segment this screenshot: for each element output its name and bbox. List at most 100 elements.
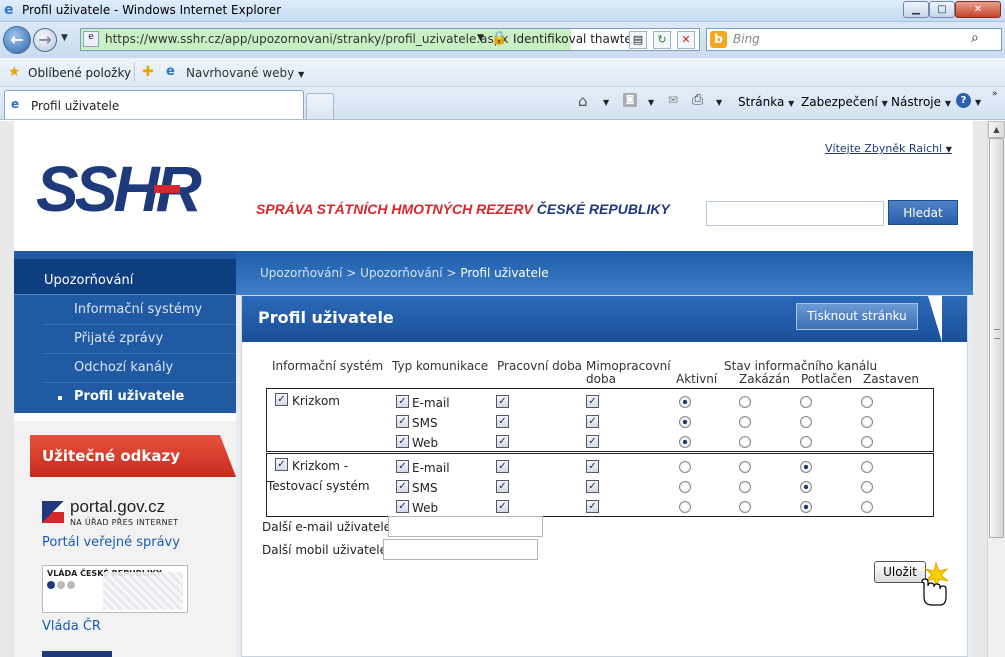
nav-header[interactable]: Upozorňování <box>14 259 236 295</box>
sshr-logo[interactable]: SSHR <box>36 153 226 223</box>
suggested-sites-button[interactable]: Navrhované weby ▼ <box>186 66 304 80</box>
scroll-thumb[interactable] <box>989 138 1004 538</box>
work-hours-checkbox[interactable]: ✓ <box>496 435 509 448</box>
lock-icon[interactable]: 🔒 <box>491 31 507 46</box>
czech-flag-icon <box>42 501 64 523</box>
search-box[interactable]: b Bing ⌕ <box>706 28 1002 51</box>
state-radio-active[interactable] <box>679 416 691 428</box>
tab-profil-uzivatele[interactable]: e Profil uživatele <box>4 90 304 119</box>
maximize-button[interactable]: □ <box>929 1 955 18</box>
state-radio-stopped[interactable] <box>861 436 873 448</box>
state-radio-suppressed[interactable] <box>800 416 812 428</box>
nav-item-prijate-zpravy[interactable]: Přijaté zprávy <box>44 325 236 354</box>
feed-icon[interactable]: ◙ <box>623 93 637 107</box>
refresh-icon[interactable]: ↻ <box>653 31 671 49</box>
search-button[interactable]: Hledat <box>888 200 958 225</box>
favorites-star-icon[interactable]: ★ <box>8 64 21 80</box>
more-commands-icon[interactable]: » <box>992 89 998 99</box>
state-radio-forbidden[interactable] <box>739 481 751 493</box>
state-radio-stopped[interactable] <box>861 501 873 513</box>
state-radio-forbidden[interactable] <box>739 501 751 513</box>
stop-icon[interactable]: ✕ <box>677 31 695 49</box>
close-window-button[interactable]: ✕ <box>955 1 1001 18</box>
search-icon[interactable]: ⌕ <box>971 30 979 46</box>
off-hours-checkbox[interactable]: ✓ <box>586 435 599 448</box>
home-icon[interactable]: ⌂ <box>578 92 588 110</box>
email-field[interactable] <box>388 516 543 537</box>
nav-item-odchozi-kanaly[interactable]: Odchozí kanály <box>44 354 236 383</box>
favorites-button[interactable]: Oblíbené položky <box>28 66 131 80</box>
tools-menu[interactable]: Nástroje ▼ <box>891 95 951 109</box>
state-radio-suppressed[interactable] <box>800 501 812 513</box>
channel-checkbox[interactable]: ✓ <box>396 395 409 408</box>
feed-dropdown-icon[interactable]: ▼ <box>648 98 654 107</box>
portal-gov-logo[interactable]: portal.gov.cz NA ÚŘAD PŘES INTERNET <box>42 497 192 529</box>
page-menu[interactable]: Stránka ▼ <box>738 95 794 109</box>
portal-link[interactable]: Portál veřejné správy <box>42 535 180 550</box>
url-text[interactable]: https://www.sshr.cz/app/upozornovani/str… <box>105 32 508 46</box>
state-radio-suppressed[interactable] <box>800 461 812 473</box>
print-icon[interactable]: ⎙ <box>692 92 703 108</box>
off-hours-checkbox[interactable]: ✓ <box>586 415 599 428</box>
vlada-link[interactable]: Vláda ČR <box>42 619 101 634</box>
system-checkbox[interactable]: ✓ <box>275 458 288 471</box>
channel-checkbox[interactable]: ✓ <box>396 480 409 493</box>
state-radio-active[interactable] <box>679 461 691 473</box>
mail-icon[interactable]: ✉ <box>668 93 678 107</box>
state-radio-active[interactable] <box>679 481 691 493</box>
work-hours-checkbox[interactable]: ✓ <box>496 415 509 428</box>
home-dropdown-icon[interactable]: ▼ <box>603 98 609 107</box>
state-radio-stopped[interactable] <box>861 481 873 493</box>
state-radio-active[interactable] <box>679 436 691 448</box>
work-hours-checkbox[interactable]: ✓ <box>496 480 509 493</box>
work-hours-checkbox[interactable]: ✓ <box>496 395 509 408</box>
state-radio-forbidden[interactable] <box>739 416 751 428</box>
minimize-button[interactable]: ▁ <box>903 1 929 18</box>
safety-menu[interactable]: Zabezpečení ▼ <box>801 95 888 109</box>
off-hours-checkbox[interactable]: ✓ <box>586 395 599 408</box>
add-favorite-icon[interactable]: ✚ <box>142 64 154 80</box>
site-search-input[interactable] <box>706 201 884 226</box>
system-checkbox[interactable]: ✓ <box>275 393 288 406</box>
print-dropdown-icon[interactable]: ▼ <box>716 98 722 107</box>
vlada-logo[interactable]: VLÁDA ČESKÉ REPUBLIKY <box>42 565 188 613</box>
nav-item-informacni-systemy[interactable]: Informační systémy <box>44 296 236 325</box>
compatibility-view-icon[interactable]: ▤ <box>629 31 647 49</box>
off-hours-checkbox[interactable]: ✓ <box>586 480 599 493</box>
vertical-scrollbar[interactable]: ▲ <box>987 121 1005 657</box>
nav-item-profil-uzivatele[interactable]: Profil uživatele <box>44 383 236 412</box>
work-hours-checkbox[interactable]: ✓ <box>496 500 509 513</box>
off-hours-checkbox[interactable]: ✓ <box>586 500 599 513</box>
state-radio-suppressed[interactable] <box>800 396 812 408</box>
state-radio-forbidden[interactable] <box>739 461 751 473</box>
state-radio-active[interactable] <box>679 396 691 408</box>
state-radio-active[interactable] <box>679 501 691 513</box>
scroll-up-icon[interactable]: ▲ <box>988 121 1005 138</box>
work-hours-checkbox[interactable]: ✓ <box>496 460 509 473</box>
channel-checkbox[interactable]: ✓ <box>396 500 409 513</box>
channel-checkbox[interactable]: ✓ <box>396 435 409 448</box>
new-tab-button[interactable] <box>306 93 334 119</box>
address-bar[interactable]: e https://www.sshr.cz/app/upozornovani/s… <box>80 28 700 51</box>
breadcrumb-item[interactable]: Upozorňování <box>360 266 442 280</box>
user-menu[interactable]: Vítejte Zbyněk Raichl ▼ <box>825 142 952 155</box>
state-radio-forbidden[interactable] <box>739 396 751 408</box>
mobile-field[interactable] <box>383 539 538 560</box>
help-dropdown-icon[interactable]: ▼ <box>975 98 981 107</box>
back-button[interactable]: ← <box>3 26 31 54</box>
state-radio-forbidden[interactable] <box>739 436 751 448</box>
help-icon[interactable]: ? <box>956 93 971 108</box>
state-radio-stopped[interactable] <box>861 461 873 473</box>
off-hours-checkbox[interactable]: ✓ <box>586 460 599 473</box>
channel-checkbox[interactable]: ✓ <box>396 460 409 473</box>
state-radio-suppressed[interactable] <box>800 481 812 493</box>
forward-button[interactable]: → <box>33 28 57 52</box>
recent-pages-dropdown[interactable]: ▼ <box>61 33 68 43</box>
site-identity[interactable]: Identifikoval thawte <box>513 32 632 46</box>
breadcrumb-item[interactable]: Upozorňování <box>260 266 342 280</box>
state-radio-stopped[interactable] <box>861 396 873 408</box>
state-radio-suppressed[interactable] <box>800 436 812 448</box>
channel-checkbox[interactable]: ✓ <box>396 415 409 428</box>
state-radio-stopped[interactable] <box>861 416 873 428</box>
url-dropdown-icon[interactable]: ▼ <box>477 33 484 43</box>
